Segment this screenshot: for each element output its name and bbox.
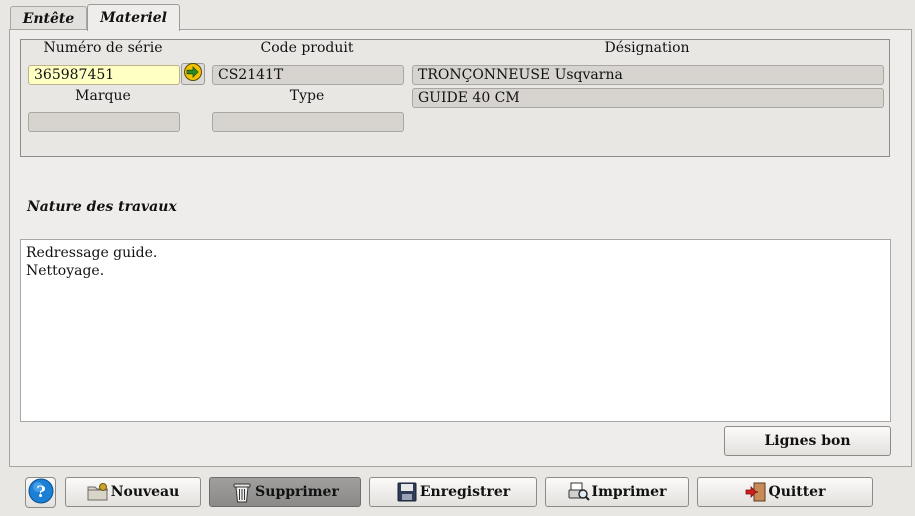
designation-label: Désignation (604, 40, 690, 56)
svg-text:?: ? (36, 482, 45, 501)
lignes-bon-label: Lignes bon (764, 433, 851, 449)
serial-go-button[interactable] (181, 63, 205, 85)
serial-label: Numéro de série (43, 40, 163, 56)
work-nature-textarea[interactable]: Redressage guide. Nettoyage. (20, 239, 891, 422)
brand-label: Marque (75, 88, 131, 104)
designation-line2-field[interactable]: GUIDE 40 CM (412, 88, 884, 108)
quitter-label: Quitter (768, 484, 826, 500)
help-button[interactable]: ? (25, 477, 56, 508)
enregistrer-button[interactable]: Enregistrer (369, 477, 537, 507)
exit-door-icon (745, 481, 767, 503)
lignes-bon-button[interactable]: Lignes bon (724, 426, 891, 456)
print-preview-icon (568, 481, 590, 503)
equipment-group: Numéro de série Code produit Désignation… (20, 39, 890, 157)
help-icon: ? (28, 478, 54, 508)
tab-materiel-label: Materiel (100, 10, 167, 26)
tab-materiel[interactable]: Materiel (87, 4, 180, 31)
type-label: Type (289, 88, 325, 104)
supprimer-label: Supprimer (255, 484, 339, 500)
supprimer-button[interactable]: Supprimer (209, 477, 361, 507)
floppy-disk-icon (396, 481, 418, 503)
new-folder-icon (87, 481, 109, 503)
work-nature-title: Nature des travaux (27, 199, 177, 215)
enregistrer-label: Enregistrer (419, 484, 511, 500)
arrow-right-circle-icon (183, 62, 203, 86)
nouveau-button[interactable]: Nouveau (65, 477, 201, 507)
quitter-button[interactable]: Quitter (697, 477, 873, 507)
serial-number-input[interactable]: 365987451 (28, 65, 180, 85)
work-line: Nettoyage. (26, 263, 105, 279)
work-line: Redressage guide. (26, 245, 158, 261)
materiel-panel: Numéro de série Code produit Désignation… (9, 29, 912, 467)
trash-icon (231, 481, 253, 503)
imprimer-label: Imprimer (591, 484, 667, 500)
tab-entete-label: Entête (22, 10, 75, 27)
brand-field[interactable] (28, 112, 180, 132)
product-code-label: Code produit (260, 40, 354, 56)
tab-entete[interactable]: Entête (10, 6, 87, 30)
imprimer-button[interactable]: Imprimer (545, 477, 689, 507)
nouveau-label: Nouveau (110, 484, 180, 500)
product-code-field[interactable]: CS2141T (212, 65, 404, 85)
designation-line1-field[interactable]: TRONÇONNEUSE Usqvarna (412, 65, 884, 85)
type-field[interactable] (212, 112, 404, 132)
